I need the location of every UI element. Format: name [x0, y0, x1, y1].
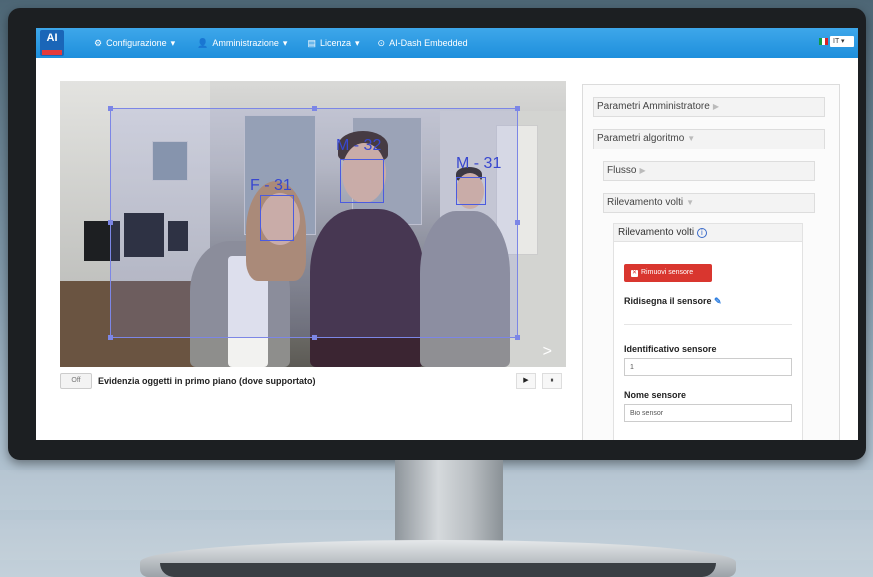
pause-icon: ⏸	[550, 377, 554, 384]
face-box	[340, 159, 384, 203]
sensor-card-header: Rilevamento volti i	[614, 224, 802, 242]
nav-label: Amministrazione	[212, 38, 279, 48]
sensor-name-input[interactable]	[624, 404, 792, 422]
caret-down-icon: ▼	[686, 198, 695, 207]
roi-handle[interactable]	[312, 335, 317, 340]
accordion-flow[interactable]: Flusso ▶	[603, 161, 815, 181]
roi-handle[interactable]	[515, 335, 520, 340]
accordion-algo-params[interactable]: Parametri algoritmo ▼	[593, 129, 825, 149]
screen: AI ⚙ Configurazione ▾ 👤 Amministrazione …	[36, 28, 858, 440]
roi-handle[interactable]	[515, 220, 520, 225]
app-logo[interactable]: AI	[40, 30, 64, 56]
sensor-card-title: Rilevamento volti	[618, 227, 695, 238]
face-label: M - 31	[456, 155, 502, 172]
logo-text: AI	[46, 32, 58, 44]
redraw-sensor-link[interactable]: Ridisegna il sensore ✎	[624, 296, 722, 307]
camera-feed[interactable]: F - 31 M - 32 M - 31 >	[60, 81, 566, 367]
remove-sensor-label: Rimuovi sensore	[641, 269, 694, 276]
roi-handle[interactable]	[312, 106, 317, 111]
pause-button[interactable]: ⏸	[542, 373, 562, 389]
face-label: F - 31	[250, 177, 292, 194]
close-icon: ✕	[631, 270, 638, 277]
roi-handle[interactable]	[108, 335, 113, 340]
sensor-roi-box[interactable]	[108, 106, 520, 340]
play-button[interactable]: ▶	[516, 373, 536, 389]
redraw-sensor-label: Ridisegna il sensore	[624, 296, 712, 306]
face-box	[456, 177, 486, 205]
nav-amministrazione[interactable]: 👤 Amministrazione ▾	[197, 38, 287, 49]
play-icon: ▶	[523, 377, 529, 384]
sensor-id-input[interactable]	[624, 358, 792, 376]
accordion-label: Rilevamento volti	[607, 197, 684, 208]
dash-icon: ⊙	[377, 37, 386, 48]
nav-label: AI-Dash Embedded	[389, 38, 468, 48]
face-box	[260, 195, 294, 241]
monitor-stand-edge	[160, 563, 716, 577]
caret-right-icon: ▶	[712, 102, 719, 111]
info-icon[interactable]: i	[696, 228, 707, 238]
roi-handle[interactable]	[108, 106, 113, 111]
caret-down-icon: ▾	[282, 37, 288, 48]
roi-handle[interactable]	[108, 220, 113, 225]
accordion-label: Parametri Amministratore	[597, 101, 710, 112]
next-arrow-icon[interactable]: >	[543, 343, 552, 361]
highlight-toggle-label: Evidenzia oggetti in primo piano (dove s…	[98, 376, 316, 386]
license-icon: ▤	[307, 37, 316, 48]
navbar: AI ⚙ Configurazione ▾ 👤 Amministrazione …	[36, 28, 858, 58]
sensor-id-label: Identificativo sensore	[624, 344, 717, 354]
language-select[interactable]: IT ▾	[830, 36, 854, 47]
roi-handle[interactable]	[515, 106, 520, 111]
face-detection-sensor-card: Rilevamento volti i ✕ Rimuovi sensore Rid…	[613, 223, 803, 440]
face-label: M - 32	[336, 137, 382, 154]
divider	[624, 324, 792, 325]
caret-down-icon: ▾	[354, 37, 360, 48]
accordion-label: Flusso	[607, 165, 637, 176]
remove-sensor-button[interactable]: ✕ Rimuovi sensore	[624, 264, 712, 282]
accordion-label: Parametri algoritmo	[597, 133, 685, 144]
sensor-name-label: Nome sensore	[624, 390, 687, 400]
pencil-icon: ✎	[714, 296, 722, 306]
accordion-face-detection[interactable]: Rilevamento volti ▼	[603, 193, 815, 213]
nav-ai-dash[interactable]: ⊙ AI-Dash Embedded	[378, 38, 468, 49]
caret-right-icon: ▶	[639, 166, 646, 175]
caret-down-icon: ▾	[170, 37, 176, 48]
nav-licenza[interactable]: ▤ Licenza ▾	[307, 38, 359, 49]
nav-label: Licenza	[319, 38, 351, 48]
monitor-stand-neck	[395, 460, 503, 548]
accordion-admin-params[interactable]: Parametri Amministratore ▶	[593, 97, 825, 117]
user-icon: 👤	[197, 37, 209, 48]
parameters-panel: Parametri Amministratore ▶ Parametri algo…	[582, 84, 840, 440]
nav-label: Configurazione	[106, 38, 167, 48]
caret-down-icon: ▼	[687, 134, 696, 143]
highlight-toggle[interactable]: Off	[60, 373, 92, 389]
nav-configurazione[interactable]: ⚙ Configurazione ▾	[94, 38, 175, 49]
gear-icon: ⚙	[94, 37, 103, 48]
italy-flag-icon	[819, 38, 828, 45]
